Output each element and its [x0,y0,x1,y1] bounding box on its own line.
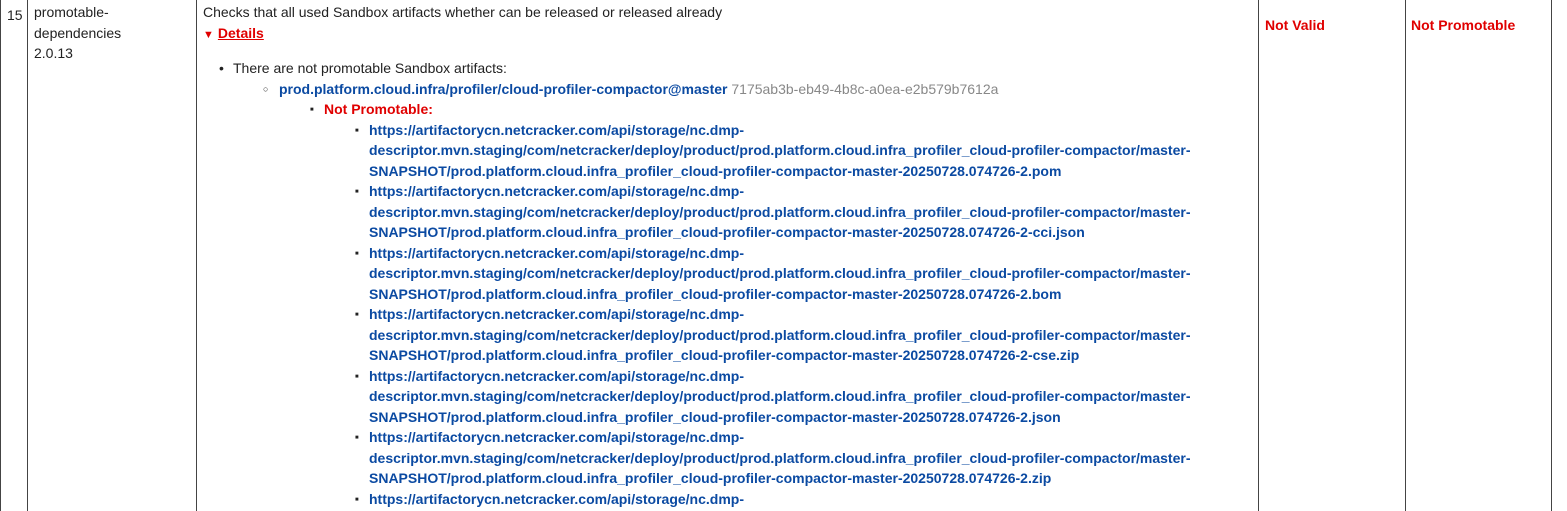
url-line: SNAPSHOT/prod.platform.cloud.infra_profi… [369,408,1061,425]
details-list: There are not promotable Sandbox artifac… [219,58,1249,510]
url-line: descriptor.mvn.staging/com/netcracker/de… [369,203,1191,220]
artifact-url-link[interactable]: https://artifactorycn.netcracker.com/api… [369,120,1249,182]
url-line: descriptor.mvn.staging/com/netcracker/de… [369,142,1191,158]
check-name: promotable- dependencies 2.0.13 [34,2,184,64]
column-divider [1258,0,1259,511]
artifact-hash: 7175ab3b-eb49-4b8c-a0ea-e2b579b7612a [731,80,999,97]
not-promotable-label: Not Promotable: [324,101,433,117]
artifact-url-link[interactable]: https://artifactorycn.netcracker.com/api… [369,181,1249,243]
list-item: There are not promotable Sandbox artifac… [219,58,1249,510]
url-line: descriptor.mvn.staging/com/netcracker/de… [369,388,1191,404]
artifact-url-link[interactable]: https://artifactorycn.netcracker.com/api… [369,427,1249,489]
column-divider [1405,0,1406,511]
list-item: https://artifactorycn.netcracker.com/api… [355,304,1249,366]
url-line: SNAPSHOT/prod.platform.cloud.infra_profi… [369,470,1052,486]
check-name-line2: dependencies [34,24,122,41]
list-item: https://artifactorycn.netcracker.com/api… [355,366,1249,428]
check-description: Checks that all used Sandbox artifacts w… [203,4,723,20]
column-divider [196,0,197,511]
url-line: https://artifactorycn.netcracker.com/api… [369,490,744,507]
status-item: Not Promotable: https://artifactorycn.ne… [310,99,1249,510]
validity-status: Not Valid [1265,17,1325,33]
url-line: https://artifactorycn.netcracker.com/api… [369,429,744,445]
url-line: descriptor.mvn.staging/com/netcracker/de… [369,326,1191,343]
artifact-link[interactable]: prod.platform.cloud.infra/profiler/cloud… [279,81,727,97]
promotion-status: Not Promotable [1411,17,1516,33]
column-divider [1551,0,1552,511]
list-item: https://artifactorycn.netcracker.com/api… [355,489,1249,510]
column-divider [0,0,1,511]
url-line: https://artifactorycn.netcracker.com/api… [369,306,744,322]
url-line: SNAPSHOT/prod.platform.cloud.infra_profi… [369,347,1080,363]
check-description-cell: Checks that all used Sandbox artifacts w… [203,2,1253,509]
artifact-url-link[interactable]: https://artifactorycn.netcracker.com/api… [369,243,1249,305]
url-line: https://artifactorycn.netcracker.com/api… [369,244,744,261]
url-line: SNAPSHOT/prod.platform.cloud.infra_profi… [369,285,1062,302]
artifact-item: prod.platform.cloud.infra/profiler/cloud… [263,79,1249,510]
details-toggle[interactable]: ▼ Details [203,23,264,46]
artifact-url-link[interactable]: https://artifactorycn.netcracker.com/api… [369,304,1249,366]
artifact-url-link[interactable]: https://artifactorycn.netcracker.com/api… [369,489,1249,510]
url-line: https://artifactorycn.netcracker.com/api… [369,367,744,384]
url-line: SNAPSHOT/prod.platform.cloud.infra_profi… [369,162,1062,179]
url-line: descriptor.mvn.staging/com/netcracker/de… [369,449,1191,466]
artifact-url-link[interactable]: https://artifactorycn.netcracker.com/api… [369,366,1249,428]
caret-down-icon: ▼ [203,28,214,41]
artifact-url-list: https://artifactorycn.netcracker.com/api… [355,120,1249,510]
check-name-line1: promotable- [34,4,109,20]
list-item: https://artifactorycn.netcracker.com/api… [355,120,1249,182]
url-line: SNAPSHOT/prod.platform.cloud.infra_profi… [369,224,1085,240]
status-list: Not Promotable: https://artifactorycn.ne… [310,99,1249,510]
column-divider [27,0,28,511]
artifact-list: prod.platform.cloud.infra/profiler/cloud… [263,79,1249,510]
row-number: 15 [7,7,23,23]
list-item: https://artifactorycn.netcracker.com/api… [355,181,1249,243]
summary-text: There are not promotable Sandbox artifac… [233,60,507,76]
url-line: https://artifactorycn.netcracker.com/api… [369,183,744,199]
list-item: https://artifactorycn.netcracker.com/api… [355,427,1249,489]
details-label: Details [217,24,264,41]
check-version: 2.0.13 [34,45,73,61]
url-line: descriptor.mvn.staging/com/netcracker/de… [369,265,1191,281]
url-line: https://artifactorycn.netcracker.com/api… [369,121,744,138]
list-item: https://artifactorycn.netcracker.com/api… [355,243,1249,305]
